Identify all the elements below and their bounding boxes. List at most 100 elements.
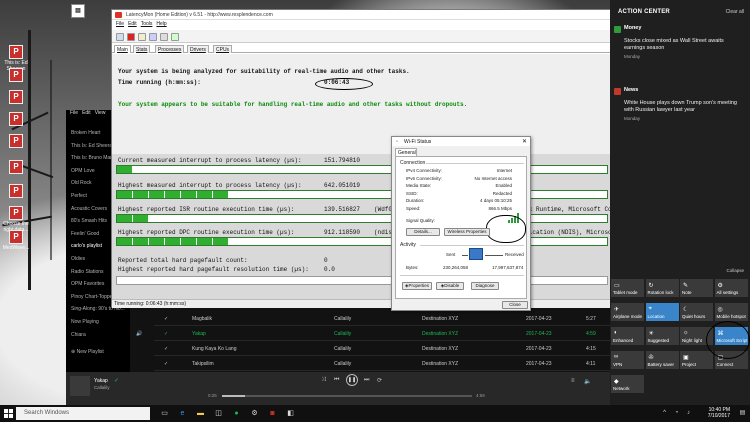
volume-tray-icon[interactable]: ♪	[684, 409, 693, 418]
tab-stats[interactable]: Stats	[133, 45, 151, 53]
latencymon-icon[interactable]: ◙	[268, 409, 277, 418]
sidebar-playlist-item[interactable]: Pinoy Chart-Toppers	[71, 294, 117, 300]
saved-check-icon[interactable]: ✓	[114, 377, 119, 384]
refresh-icon[interactable]	[149, 33, 157, 41]
sidebar-playlist-item[interactable]: Perfect	[71, 193, 87, 199]
details-button[interactable]: Details...	[406, 228, 440, 236]
sidebar-playlist-item[interactable]: Radio Stations	[71, 269, 104, 275]
saved-check-icon[interactable]: ✓	[164, 361, 168, 367]
collapse-button[interactable]: Collapse	[726, 268, 744, 273]
sidebar-playlist-item[interactable]: Oldies	[71, 256, 85, 262]
quick-action-tile[interactable]: ✎ Note	[680, 279, 713, 297]
volume-icon[interactable]: 🔈	[584, 378, 591, 385]
saved-check-icon[interactable]: ✓	[164, 346, 168, 352]
sidebar-playlist-item[interactable]: This Is: Bruno Mars	[71, 155, 114, 161]
track-row[interactable]: 🔊 ✓ Yakap Callalily Destination XYZ 2017-04-2…	[136, 327, 610, 341]
sidebar-playlist-item[interactable]: Broken Heart	[71, 130, 100, 136]
clear-all-button[interactable]: Clear all	[726, 9, 744, 15]
sidebar-playlist-item[interactable]: This Is: Ed Sheeran	[71, 143, 115, 149]
desktop-icon[interactable]: P	[0, 184, 32, 199]
windows-start-icon[interactable]	[4, 409, 13, 418]
desktop-icon[interactable]: P	[0, 160, 32, 175]
wireless-properties-button[interactable]: Wireless Properties	[444, 228, 490, 236]
network-settings-icon[interactable]: ◧	[286, 409, 295, 418]
quick-action-tile[interactable]: ☾ Quiet hours	[680, 303, 713, 321]
quick-action-tile[interactable]: ◆ Network	[611, 375, 644, 393]
settings-icon[interactable]: ⚙	[250, 409, 259, 418]
sidebar-playlist-item[interactable]: OPM Favorites	[71, 281, 104, 287]
disable-button[interactable]: ◈Disable	[436, 282, 464, 290]
queue-icon[interactable]: ≡	[571, 378, 575, 384]
desktop-icon[interactable]: P	[0, 68, 32, 83]
close-icon[interactable]: ✕	[522, 138, 527, 145]
quick-action-tile[interactable]: ☀ Suggested	[645, 327, 679, 345]
spotify-icon[interactable]: ●	[232, 409, 241, 418]
menu-edit[interactable]: Edit	[82, 110, 91, 116]
quick-action-tile[interactable]: ◐ Enhanced	[611, 327, 644, 345]
desktop-icon[interactable]: PChoose the right data...	[0, 206, 32, 233]
properties-button[interactable]: ◈Properties	[402, 282, 432, 290]
menu-edit[interactable]: Edit	[128, 21, 137, 27]
desktop-icon[interactable]: P MedWave...	[0, 230, 32, 251]
shuffle-icon[interactable]: ⤨	[321, 377, 326, 384]
sidebar-playlist-item[interactable]: 80's Smash Hits	[71, 218, 107, 224]
quick-action-tile[interactable]: ▭ Tablet mode	[611, 279, 644, 297]
notification-text[interactable]: Stocks close mixed as Wall Street awaits…	[624, 38, 744, 52]
menu-help[interactable]: Help	[156, 21, 166, 27]
previous-icon[interactable]: ⏮	[334, 377, 339, 384]
track-row[interactable]: ✓ Takipsilim Callalily Destination XYZ 2017-…	[154, 357, 610, 371]
menu-tools[interactable]: Tools	[141, 21, 153, 27]
now-playing-artist[interactable]: Callalily	[94, 385, 110, 390]
sidebar-playlist-item[interactable]: carlo's playlist	[71, 243, 102, 249]
desktop-icon[interactable]: ▤	[62, 4, 94, 19]
sidebar-playlist-item[interactable]: Acoustic Covers	[71, 206, 107, 212]
saved-check-icon[interactable]: ✓	[164, 331, 168, 337]
network-tray-icon[interactable]: ◔	[672, 409, 681, 418]
search-box[interactable]: Search Windows	[16, 407, 150, 420]
task-view-icon[interactable]: ▭	[160, 409, 169, 418]
saved-check-icon[interactable]: ✓	[164, 316, 168, 322]
close-button[interactable]: Close	[502, 301, 528, 309]
tab-main[interactable]: Main	[114, 45, 131, 53]
progress-bar[interactable]	[222, 395, 472, 397]
clock[interactable]: 10:40 PM 7/10/2017	[708, 407, 730, 419]
sidebar-playlist-item[interactable]: Feelin' Good	[71, 231, 99, 237]
track-row[interactable]: ✓ Magbalik Callalily Destination XYZ 2017-04…	[154, 312, 610, 326]
desktop-icon[interactable]: P	[0, 90, 32, 105]
new-playlist-button[interactable]: ⊕ New Playlist	[71, 349, 104, 355]
quick-action-tile[interactable]: ◎ Mobile hotspot	[714, 303, 748, 321]
clock-icon[interactable]	[160, 33, 168, 41]
about-icon[interactable]	[171, 33, 179, 41]
stop-icon[interactable]	[127, 33, 135, 41]
edge-icon[interactable]: e	[178, 409, 187, 418]
quick-action-tile[interactable]: ▣ Project	[680, 351, 713, 369]
quick-action-tile[interactable]: ⚙ All settings	[714, 279, 748, 297]
file-explorer-icon[interactable]: ▬	[196, 409, 205, 418]
quick-action-tile[interactable]: ⌖ Location	[645, 303, 679, 321]
diagnose-button[interactable]: Diagnose	[471, 282, 499, 290]
tab-cpus[interactable]: CPUs	[213, 45, 233, 53]
quick-action-tile[interactable]: ✈ Airplane mode	[611, 303, 644, 321]
menu-view[interactable]: View	[95, 110, 106, 116]
start-icon[interactable]	[116, 33, 124, 41]
sidebar-playlist-item[interactable]: Chiara	[71, 332, 86, 338]
repeat-icon[interactable]: ⟳	[377, 377, 382, 384]
quick-action-tile[interactable]: ∞ VPN	[611, 351, 644, 369]
sidebar-playlist-item[interactable]: Now Playing	[71, 319, 99, 325]
tab-processes[interactable]: Processes	[155, 45, 185, 53]
tab-drivers[interactable]: Drivers	[187, 45, 209, 53]
quick-action-tile[interactable]: ✇ Battery saver	[645, 351, 679, 369]
tab-general[interactable]: General	[395, 148, 417, 156]
next-icon[interactable]: ⏭	[364, 377, 369, 384]
pause-button[interactable]: ❚❚	[346, 374, 358, 386]
report-icon[interactable]	[138, 33, 146, 41]
track-row[interactable]: ✓ Kung Kaya Ko Lang Callalily Destination X…	[154, 342, 610, 356]
sidebar-playlist-item[interactable]: Old Rock	[71, 180, 92, 186]
notification-text[interactable]: White House plays down Trump son's meeti…	[624, 100, 744, 114]
tray-chevron-icon[interactable]: ^	[660, 409, 669, 418]
desktop-icon[interactable]: P	[0, 112, 32, 127]
desktop-icon[interactable]: P	[0, 134, 32, 149]
menu-file[interactable]: File	[116, 21, 124, 27]
menu-file[interactable]: File	[70, 110, 78, 116]
notifications-icon[interactable]: ▤	[738, 409, 747, 418]
